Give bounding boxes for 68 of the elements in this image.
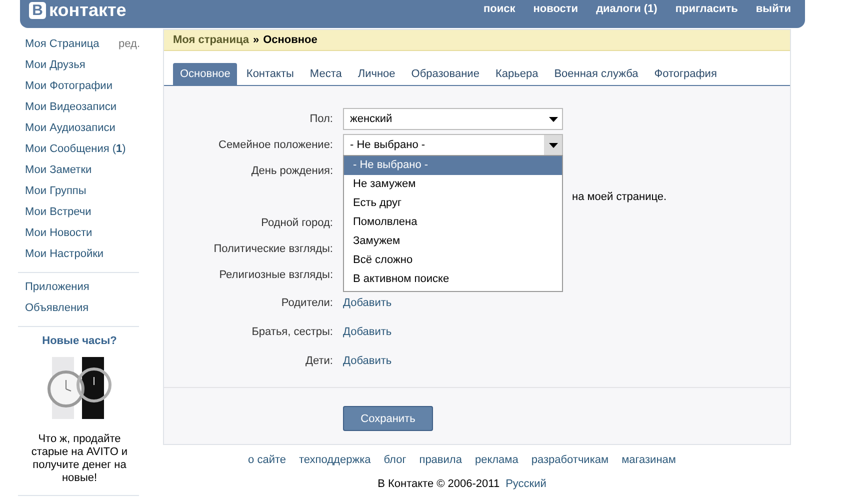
- nav-link[interactable]: выйти: [756, 3, 791, 15]
- dropdown-option[interactable]: Есть друг: [344, 194, 562, 213]
- logo-text[interactable]: контакте: [49, 0, 126, 20]
- dropdown-arrow-icon: [548, 116, 558, 122]
- sidebar-item[interactable]: Мои Друзья: [25, 58, 86, 79]
- field-label: Пол:: [308, 113, 334, 125]
- footer-link[interactable]: о сайте: [248, 454, 286, 466]
- note-text: на моей странице.: [572, 191, 667, 203]
- field-label: Родители:: [280, 296, 334, 308]
- dropdown-option[interactable]: Замужем: [344, 232, 562, 251]
- footer-link[interactable]: правила: [419, 454, 462, 466]
- sidebar-item[interactable]: Мои Фотографии: [25, 79, 112, 100]
- copyright-text: В Контакте © 2006-2011: [378, 478, 500, 490]
- sidebar-item[interactable]: Мои Сообщения (1): [25, 142, 126, 163]
- nav-link[interactable]: новости: [533, 3, 578, 15]
- tab[interactable]: Карьера: [488, 63, 546, 85]
- nav-link[interactable]: поиск: [483, 3, 516, 15]
- tab[interactable]: Места: [302, 63, 349, 85]
- dropdown-option[interactable]: Не замужем: [344, 175, 562, 194]
- sidebar-item[interactable]: Мои Встречи: [25, 205, 92, 226]
- select-field[interactable]: женский: [343, 108, 563, 130]
- tab[interactable]: Контакты: [239, 63, 301, 85]
- tab[interactable]: Образование: [404, 63, 486, 85]
- sidebar-item[interactable]: Моя Страница: [25, 37, 100, 58]
- add-link[interactable]: Добавить: [343, 326, 392, 338]
- field-label: Дети:: [304, 354, 334, 366]
- breadcrumb-current: Основное: [263, 34, 318, 46]
- edit-link[interactable]: ред.: [118, 37, 140, 58]
- field-label: Семейное положение:: [218, 139, 334, 151]
- tab[interactable]: Личное: [350, 63, 402, 85]
- add-link[interactable]: Добавить: [343, 296, 392, 308]
- breadcrumb-separator: »: [252, 34, 260, 46]
- nav-link[interactable]: диалоги (1): [596, 3, 658, 15]
- save-button[interactable]: Сохранить: [343, 406, 433, 431]
- select-field[interactable]: - Не выбрано -: [343, 134, 563, 156]
- sidebar-item[interactable]: Мои Заметки: [25, 163, 92, 184]
- footer-link[interactable]: блог: [384, 454, 406, 466]
- breadcrumb-link[interactable]: Моя страница: [173, 34, 249, 46]
- field-label: Политические взгляды:: [212, 243, 334, 255]
- footer-link[interactable]: техподдержка: [299, 454, 371, 466]
- logo-letter[interactable]: В: [29, 2, 46, 18]
- dropdown-option[interactable]: - Не выбрано -: [344, 156, 562, 175]
- ad-text: Что ж, продайте старые на AVITO и получите денег на новые!: [30, 433, 129, 485]
- tab[interactable]: Основное: [173, 63, 238, 85]
- dropdown-option[interactable]: Помолвлена: [344, 213, 562, 232]
- sidebar-item[interactable]: Приложения: [25, 280, 90, 301]
- tab[interactable]: Фотография: [647, 63, 724, 85]
- sidebar-item[interactable]: Мои Видеозаписи: [25, 100, 117, 121]
- sidebar-item[interactable]: Объявления: [25, 301, 89, 322]
- dropdown-option[interactable]: В активном поиске: [344, 270, 562, 289]
- dropdown-option[interactable]: Всё сложно: [344, 251, 562, 270]
- ad-title[interactable]: Новые часы?: [42, 335, 117, 347]
- footer-link[interactable]: реклама: [474, 454, 518, 466]
- dropdown-arrow-icon: [548, 142, 558, 148]
- sidebar-item[interactable]: Мои Настройки: [25, 247, 104, 268]
- nav-link[interactable]: пригласить: [675, 3, 738, 15]
- sidebar-item[interactable]: Мои Новости: [25, 226, 92, 247]
- field-label: День рождения:: [250, 165, 334, 177]
- field-label: Религиозные взгляды:: [218, 269, 334, 281]
- add-link[interactable]: Добавить: [343, 354, 392, 366]
- footer-link[interactable]: магазинам: [622, 454, 676, 466]
- field-label: Родной город:: [260, 217, 334, 229]
- footer-link[interactable]: разработчикам: [531, 454, 609, 466]
- sidebar-item[interactable]: Мои Группы: [25, 184, 86, 205]
- language-link[interactable]: Русский: [506, 478, 546, 490]
- field-label: Братья, сестры:: [250, 326, 334, 338]
- sidebar-item[interactable]: Мои Аудиозаписи: [25, 121, 116, 142]
- tab[interactable]: Военная служба: [547, 63, 646, 85]
